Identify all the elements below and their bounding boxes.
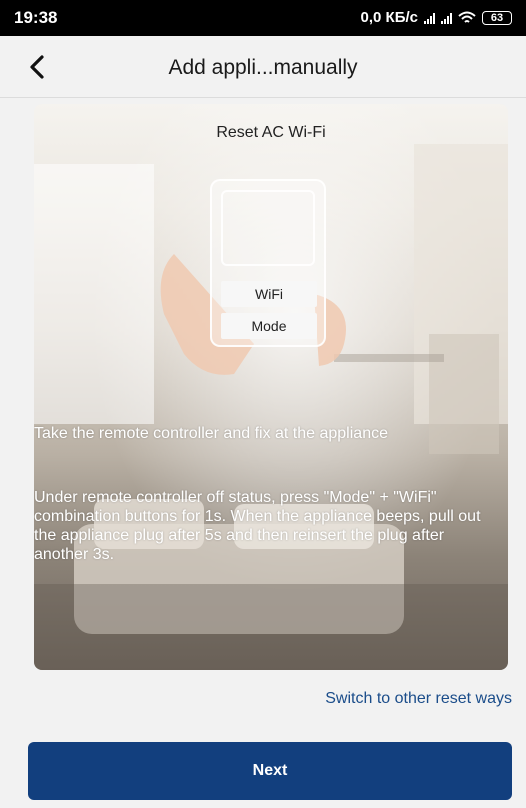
guide-title: Reset AC Wi-Fi bbox=[216, 124, 326, 141]
remote-mode-button: Mode bbox=[221, 313, 317, 339]
status-icons: 0,0 КБ/с 63 bbox=[361, 9, 512, 26]
header-divider bbox=[0, 97, 526, 98]
reset-guide-card: Reset AC Wi-Fi WiFi Mode Take the remote… bbox=[34, 104, 508, 670]
remote-controller-illustration: WiFi Mode bbox=[210, 179, 326, 347]
instruction-step-1: Take the remote controller and fix at th… bbox=[34, 425, 388, 442]
status-time: 19:38 bbox=[14, 8, 58, 27]
switch-reset-ways-link[interactable]: Switch to other reset ways bbox=[325, 690, 512, 708]
remote-screen bbox=[221, 190, 315, 266]
remote-wifi-button: WiFi bbox=[221, 281, 317, 307]
status-bar: 19:38 0,0 КБ/с 63 bbox=[0, 0, 526, 36]
signal-icon bbox=[424, 12, 435, 24]
battery-icon: 63 bbox=[482, 10, 512, 25]
instruction-step-2: Under remote controller off status, pres… bbox=[34, 489, 481, 563]
network-speed: 0,0 КБ/с bbox=[360, 9, 418, 26]
page-title: Add appli...manually bbox=[168, 56, 358, 79]
next-button[interactable]: Next bbox=[28, 742, 512, 800]
wifi-icon bbox=[458, 11, 476, 23]
signal-icon-2 bbox=[441, 12, 452, 24]
header: Add appli...manually bbox=[0, 36, 526, 98]
